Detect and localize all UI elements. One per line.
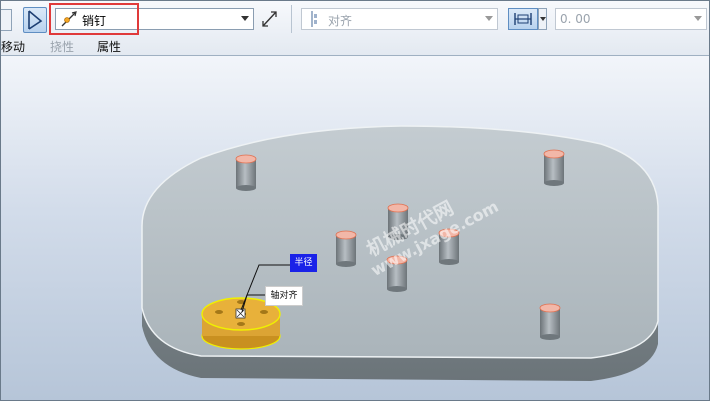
app-window: 销钉 对齐 0. 00 移动 挠性 属性 半径 轴对齐 机械时代网 www.jx… [0,0,710,401]
flip-direction-icon [262,11,277,27]
chevron-down-icon [694,16,702,21]
pin-1[interactable] [235,154,257,191]
selection-tool-button[interactable] [23,7,47,33]
align-constraint-icon [311,11,317,27]
constraint-value: 对齐 [328,14,353,28]
chevron-down-icon [241,16,249,21]
axis-align-constraint-label[interactable]: 轴对齐 [265,286,303,306]
assembly-model [141,125,659,381]
radius-constraint-label[interactable]: 半径 [290,254,317,272]
tab-properties[interactable]: 属性 [97,38,121,55]
pin-7[interactable] [539,303,561,340]
graphics-viewport[interactable]: 半径 轴对齐 机械时代网 www.jxage.com [1,56,709,400]
selection-pointer-icon [28,10,43,30]
orientation-icon [514,13,532,25]
pin-4[interactable] [335,230,357,267]
constraint-dropdown[interactable]: 对齐 [301,8,498,30]
chevron-down-icon [485,16,493,21]
offset-value: 0. 00 [560,12,591,26]
flip-button[interactable] [259,9,281,29]
toolbar-separator [291,5,292,33]
orientation-button[interactable] [508,8,538,30]
dashboard-toolbar: 销钉 对齐 0. 00 移动 挠性 属性 [1,1,709,56]
highlight-box [49,3,139,35]
offset-input[interactable]: 0. 00 [555,8,707,30]
pin-2[interactable] [543,149,565,186]
tab-flexibility[interactable]: 挠性 [50,38,74,55]
tab-move[interactable]: 移动 [1,38,25,55]
orientation-dropdown-button[interactable] [538,8,547,30]
left-toolbar-button[interactable] [1,9,12,31]
